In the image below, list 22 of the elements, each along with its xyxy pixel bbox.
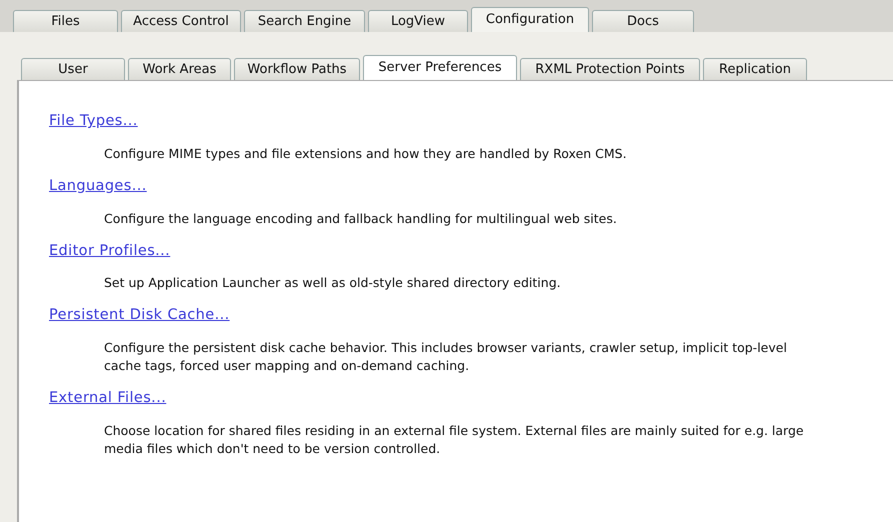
tab[interactable]: Search Engine bbox=[244, 10, 365, 32]
section-link[interactable]: File Types... bbox=[49, 111, 138, 133]
tab[interactable]: Replication bbox=[703, 58, 807, 80]
section-description: Choose location for shared files residing in an external file system. External files are mainly suited for e.g. large media files which don't need to be version controlled. bbox=[104, 422, 805, 458]
tab[interactable]: Access Control bbox=[121, 10, 241, 32]
tab[interactable]: LogView bbox=[368, 10, 468, 32]
section-description: Configure MIME types and file extensions and how they are handled by Roxen CMS. bbox=[104, 144, 628, 163]
section-description: Set up Application Launcher as well as old-style shared directory editing. bbox=[104, 274, 562, 292]
tab[interactable]: Server Preferences bbox=[363, 55, 517, 80]
tab[interactable]: Workflow Paths bbox=[234, 58, 360, 80]
section-link[interactable]: Persistent Disk Cache... bbox=[49, 305, 230, 327]
section-description: Configure the persistent disk cache behavior. This includes browser variants, crawler setup, implicit top-level cache tags, forced user mapping and on-demand caching. bbox=[104, 339, 788, 375]
tab[interactable]: RXML Protection Points bbox=[520, 58, 700, 80]
section-link[interactable]: Editor Profiles... bbox=[49, 240, 170, 262]
tab[interactable]: Work Areas bbox=[128, 58, 231, 80]
tab[interactable]: Files bbox=[13, 10, 118, 32]
section-link[interactable]: Languages... bbox=[49, 176, 147, 198]
section-description: Configure the language encoding and fallback handling for multilingual web sites. bbox=[104, 210, 618, 228]
section-link[interactable]: External Files... bbox=[49, 388, 166, 410]
tab[interactable]: Docs bbox=[592, 10, 694, 32]
tab[interactable]: User bbox=[21, 58, 125, 80]
tab[interactable]: Configuration bbox=[471, 7, 589, 32]
